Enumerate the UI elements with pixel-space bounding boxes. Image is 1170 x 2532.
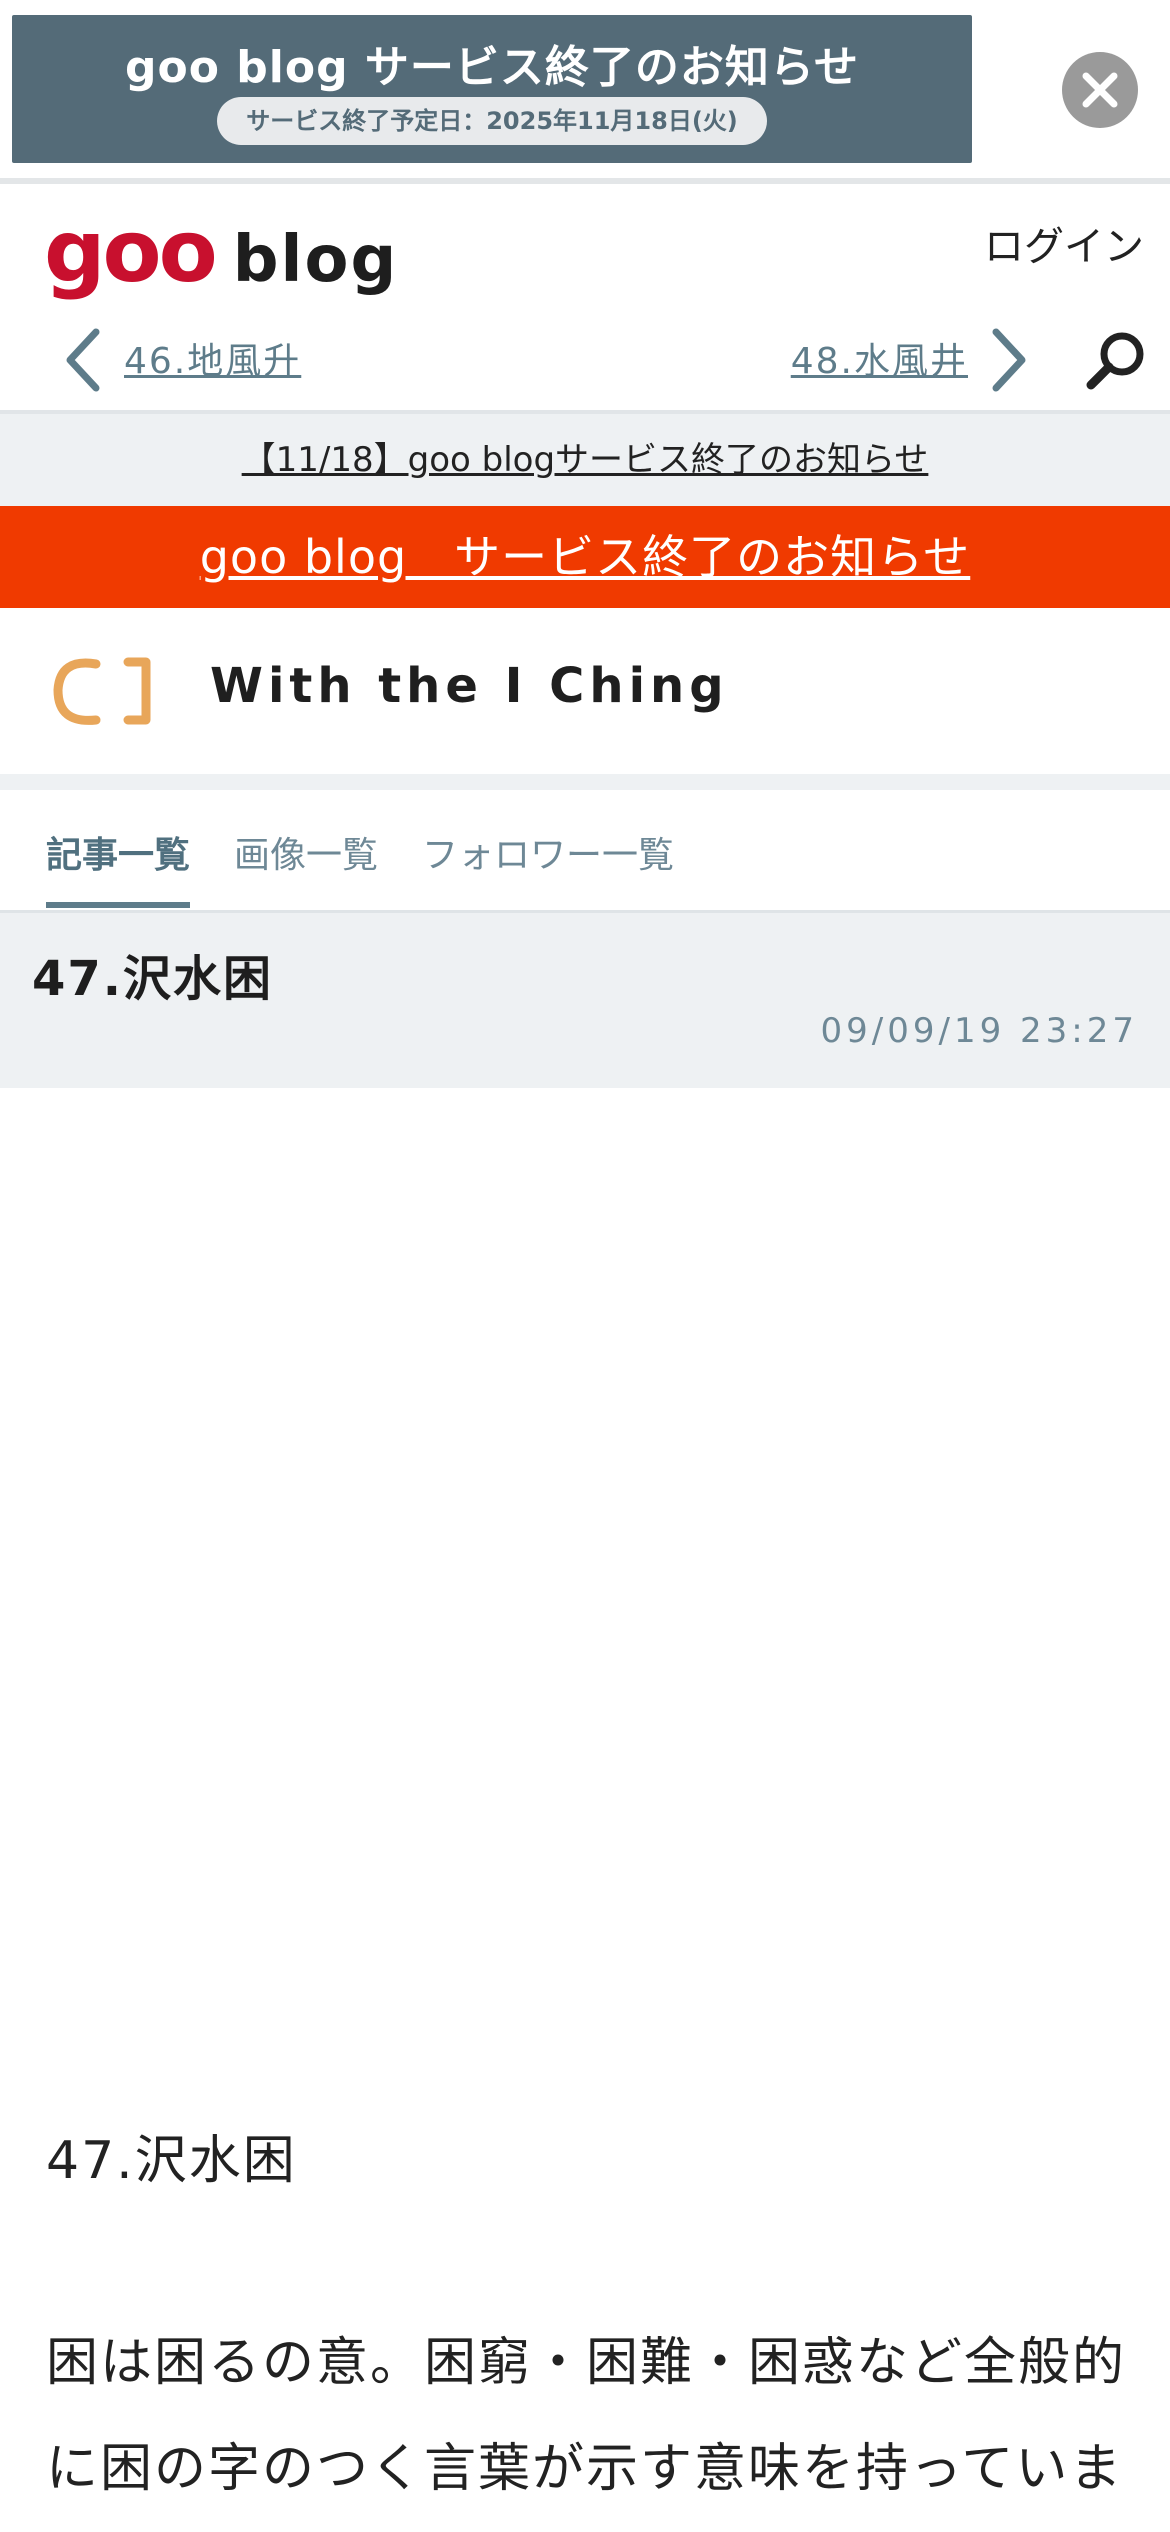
notice-link[interactable]: 【11/18】goo blogサービス終了のお知らせ: [242, 440, 929, 480]
site-header: goo blog ログイン 46.地風升 48.水風井: [0, 184, 1170, 410]
active-tab-indicator: [46, 902, 190, 908]
ad-title: goo blog サービス終了のお知らせ: [124, 42, 859, 93]
goo-blog-logo[interactable]: goo blog: [44, 202, 398, 302]
article-header: 47.沢水困 09/09/19 23:27: [0, 913, 1170, 1088]
login-link[interactable]: ログイン: [984, 214, 1144, 272]
logo-blog: blog: [232, 223, 399, 297]
blog-tabs: 記事一覧 画像一覧 フォロワー一覧: [0, 790, 1170, 913]
tab-follower-list[interactable]: フォロワー一覧: [422, 826, 674, 878]
prev-article-link[interactable]: 46.地風升: [124, 332, 301, 384]
next-article-link[interactable]: 48.水風井: [791, 332, 968, 384]
chevron-left-icon[interactable]: [62, 328, 102, 392]
service-end-ad-banner[interactable]: goo blog サービス終了のお知らせ サービス終了予定日：2025年11月1…: [12, 15, 972, 163]
logo-goo: goo: [44, 202, 218, 302]
chevron-right-icon[interactable]: [990, 328, 1030, 392]
close-icon: [1082, 72, 1118, 108]
service-end-banner: goo blog サービス終了のお知らせ: [0, 506, 1170, 608]
ad-close-button[interactable]: [1062, 52, 1138, 128]
blog-title[interactable]: With the I Ching: [210, 658, 729, 714]
ad-subtitle: サービス終了予定日：2025年11月18日(火): [217, 97, 767, 145]
top-ad: goo blog サービス終了のお知らせ サービス終了予定日：2025年11月1…: [0, 0, 1170, 180]
tab-image-list[interactable]: 画像一覧: [234, 826, 378, 878]
notice-bar: 【11/18】goo blogサービス終了のお知らせ: [0, 410, 1170, 510]
article-date: 09/09/19 23:27: [820, 1011, 1138, 1051]
article-body-text: 困は困るの意。困窮・困難・困惑など全般的に困の字のつく言葉が示す意味を持っていま: [46, 2333, 1127, 2499]
tab-article-list[interactable]: 記事一覧: [46, 826, 190, 878]
article-title: 47.沢水困: [32, 951, 274, 1007]
blog-avatar-icon[interactable]: [50, 652, 160, 732]
blog-title-row: With the I Ching: [0, 608, 1170, 774]
article-body-heading: 47.沢水困: [46, 2131, 297, 2191]
article-nav: 46.地風升 48.水風井: [0, 304, 1170, 410]
search-icon[interactable]: [1084, 328, 1148, 392]
service-end-link[interactable]: goo blog サービス終了のお知らせ: [200, 530, 971, 584]
section-gap: [0, 774, 1170, 790]
